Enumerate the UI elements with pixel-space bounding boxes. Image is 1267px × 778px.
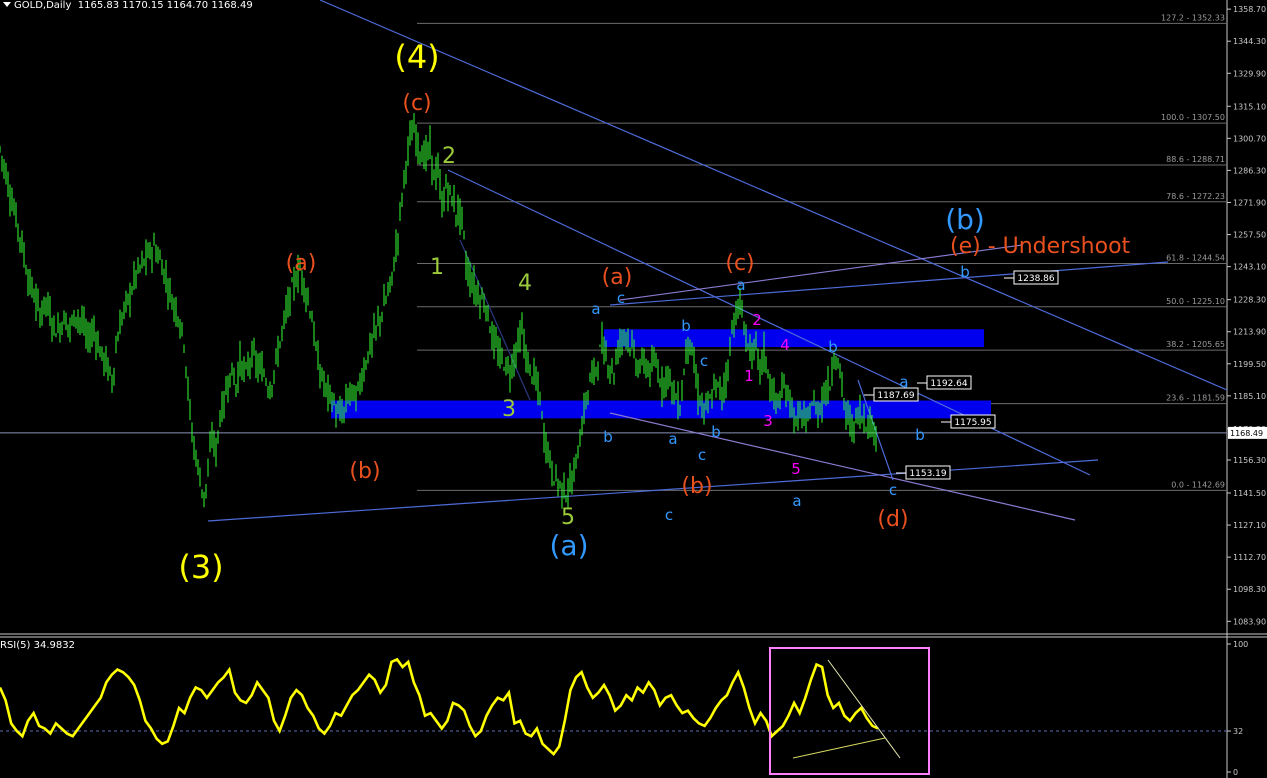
axis-tick-label: 1112.70 bbox=[1233, 553, 1266, 562]
wave-label-minute: c bbox=[700, 352, 708, 370]
axis-tick-label: 1358.70 bbox=[1233, 5, 1266, 14]
wave-label-minor: 1 bbox=[430, 255, 444, 280]
rsi-wedge-lower bbox=[792, 737, 886, 759]
rsi-axis-label: 100 bbox=[1233, 640, 1248, 649]
rsi-axis-label: 0 bbox=[1233, 768, 1238, 777]
axis-tick-label: 1199.50 bbox=[1233, 360, 1266, 369]
axis-tick-label: 1271.90 bbox=[1233, 198, 1266, 207]
wave-label-minute: c bbox=[889, 481, 897, 499]
axis-tick-label: 1185.10 bbox=[1233, 392, 1266, 401]
wave-label-minor: 3 bbox=[502, 397, 516, 422]
axis-tick-label: 1156.30 bbox=[1233, 456, 1266, 465]
price-box-value: 1192.64 bbox=[930, 379, 967, 389]
wave-label-intermediate: (b) bbox=[681, 474, 712, 499]
axis-tick-label: 1344.30 bbox=[1233, 37, 1266, 46]
trend-lines bbox=[207, 0, 1228, 522]
fib-level-label: 127.2 - 1352.33 bbox=[1161, 13, 1225, 22]
support-zones bbox=[331, 329, 991, 419]
rsi-line bbox=[0, 657, 879, 757]
wave-label-subminute: 5 bbox=[791, 460, 801, 478]
fib-level-label: 23.6 - 1181.59 bbox=[1166, 394, 1225, 403]
axis-tick-label: 1213.90 bbox=[1233, 328, 1266, 337]
wave-label-intermediate: (d) bbox=[877, 507, 908, 532]
axis-tick-label: 1141.50 bbox=[1233, 489, 1266, 498]
axis-tick-label: 1228.30 bbox=[1233, 296, 1266, 305]
fib-level-label: 88.6 - 1288.71 bbox=[1166, 155, 1225, 164]
wave-label-minute: b bbox=[681, 317, 691, 335]
wave-label-minute: a bbox=[792, 492, 801, 510]
support-zone bbox=[331, 400, 991, 419]
ohlc-values: 1165.83 1170.15 1164.70 1168.49 bbox=[77, 0, 253, 11]
wave-label-minute: a bbox=[668, 430, 677, 448]
wave-label-minute: c bbox=[617, 289, 625, 307]
gold-daily-chart[interactable]: 127.2 - 1352.33 100.0 - 1307.50 88.6 - 128… bbox=[0, 0, 1267, 778]
axis-tick-label: 1315.10 bbox=[1233, 102, 1266, 111]
wave-label-cyan: (a) bbox=[549, 529, 588, 562]
fib-level-label: 61.8 - 1244.54 bbox=[1166, 253, 1225, 262]
wave-label-cyan: (b) bbox=[945, 203, 985, 236]
axis-tick-label: 1329.90 bbox=[1233, 69, 1266, 78]
rsi-divergence-box bbox=[769, 647, 930, 775]
wave-label-minute: b bbox=[960, 263, 970, 281]
current-price-label: 1168.49 bbox=[1230, 429, 1263, 438]
fib-level-label: 50.0 - 1225.10 bbox=[1166, 297, 1225, 306]
wave-label-intermediate: (a) bbox=[286, 251, 317, 276]
wave-label-minor: 4 bbox=[518, 271, 532, 296]
wave-label-subminute: 2 bbox=[752, 311, 762, 329]
rsi-wedge-upper bbox=[827, 659, 901, 759]
fib-level-label: 100.0 - 1307.50 bbox=[1161, 113, 1225, 122]
wave-label-minute: b bbox=[711, 423, 721, 441]
dropdown-arrow-icon[interactable] bbox=[3, 2, 11, 7]
wave-labels: (4) (3) (c) (a) (b) (a) (c) (b) (d) (e) - Undersh… bbox=[178, 38, 1130, 586]
wave-label-minute: b bbox=[603, 428, 613, 446]
rsi-header: RSI(5) 34.9832 bbox=[0, 640, 75, 651]
wave-label-minute: a bbox=[736, 276, 745, 294]
wave-label-subminute: 1 bbox=[744, 367, 754, 385]
trend-line bbox=[609, 261, 1169, 306]
wave-label-primary: (4) bbox=[394, 38, 439, 76]
wave-label-primary: (3) bbox=[178, 548, 223, 586]
fib-level-label: 78.6 - 1272.23 bbox=[1166, 192, 1225, 201]
axis-tick-label: 1286.30 bbox=[1233, 166, 1266, 175]
axis-tick-label: 1243.10 bbox=[1233, 263, 1266, 272]
fib-level-label: 0.0 - 1142.69 bbox=[1171, 480, 1225, 489]
price-box-value: 1238.86 bbox=[1017, 274, 1054, 284]
rsi-axis-label: 32 bbox=[1233, 727, 1243, 736]
wave-label-minute: b bbox=[828, 338, 838, 356]
wave-label-subminute: 4 bbox=[780, 336, 790, 354]
chart-grid-layer bbox=[0, 0, 1267, 778]
axis-tick-label: 1127.10 bbox=[1233, 521, 1266, 530]
axis-tick-label: 1083.90 bbox=[1233, 617, 1266, 626]
wave-label-minor: 2 bbox=[442, 144, 456, 169]
wave-label-minute: c bbox=[665, 506, 673, 524]
axis-tick-label: 1098.30 bbox=[1233, 585, 1266, 594]
wave-label-minute: a bbox=[591, 300, 600, 318]
fib-level-label: 38.2 - 1205.65 bbox=[1166, 340, 1225, 349]
wave-label-intermediate: (b) bbox=[349, 459, 380, 484]
chart-header: GOLD,Daily 1165.83 1170.15 1164.70 1168.… bbox=[0, 0, 253, 11]
wave-label-intermediate: (a) bbox=[602, 265, 633, 290]
price-box-value: 1175.95 bbox=[954, 418, 991, 428]
wave-label-minute: c bbox=[698, 446, 706, 464]
wave-label-undershoot: (e) - Undershoot bbox=[950, 234, 1131, 259]
symbol-label: GOLD,Daily bbox=[14, 0, 72, 11]
wave-label-intermediate: (c) bbox=[402, 91, 431, 116]
wave-label-minute: b bbox=[915, 426, 925, 444]
axis-tick-label: 1300.70 bbox=[1233, 134, 1266, 143]
price-box-value: 1187.69 bbox=[877, 391, 914, 401]
axis-tick-label: 1257.50 bbox=[1233, 231, 1266, 240]
price-axis: 1358.70 1344.30 1329.90 1315.10 1300.70 1286.… bbox=[1227, 5, 1267, 626]
wave-label-subminute: 3 bbox=[763, 412, 773, 430]
price-box-value: 1153.19 bbox=[909, 469, 946, 479]
rsi-panel: 100 32 0 bbox=[0, 640, 1248, 777]
wave-label-intermediate: (c) bbox=[725, 251, 754, 276]
resistance-zone bbox=[604, 329, 984, 348]
wave-label-minor: 5 bbox=[561, 505, 575, 530]
